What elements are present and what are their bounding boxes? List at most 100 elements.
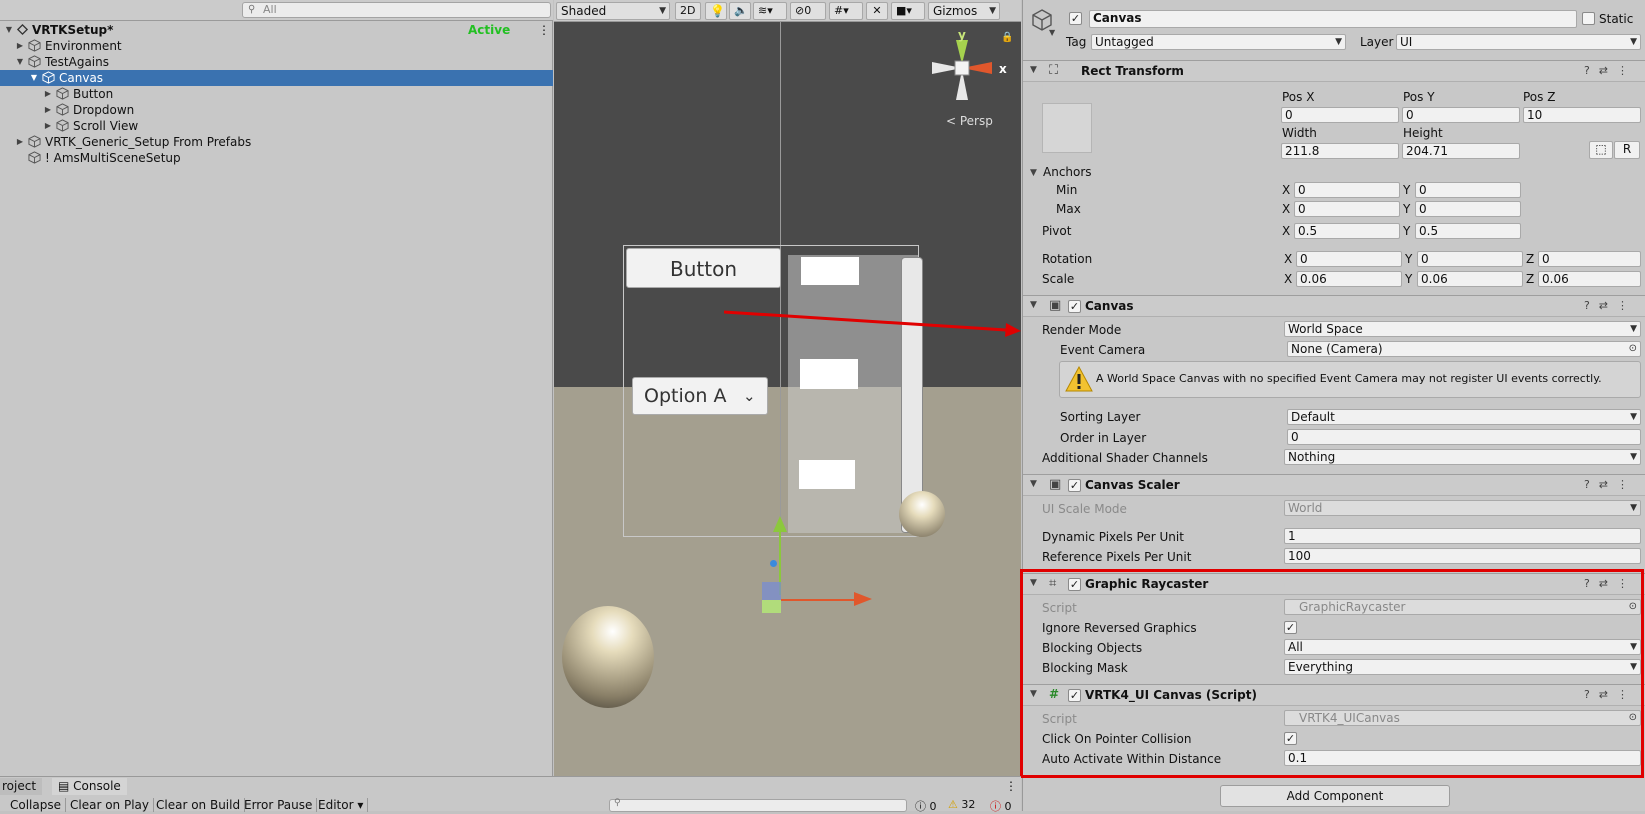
scene-scroll-view[interactable] (788, 255, 918, 533)
dropdown-arrow-icon[interactable]: ▼ (1049, 28, 1055, 37)
scene-view[interactable]: Button Option A ⌄ y x 🔒 < Persp (554, 0, 1021, 776)
collapse-arrow-icon[interactable]: ▼ (1030, 65, 1037, 75)
editor-dropdown[interactable]: Editor ▾ (314, 798, 369, 812)
scale-x-input[interactable]: 0.06 (1296, 271, 1402, 287)
order-in-layer-input[interactable]: 0 (1287, 429, 1641, 445)
pivot-y-input[interactable]: 0.5 (1415, 223, 1521, 239)
add-component-button[interactable]: Add Component (1220, 785, 1450, 807)
hierarchy-search-input[interactable]: ⚲ All (242, 2, 551, 18)
kebab-menu-icon[interactable]: ⋮ (1005, 779, 1017, 793)
expand-down-icon[interactable]: ▼ (15, 54, 25, 70)
component-enabled-checkbox[interactable]: ✓ (1068, 300, 1081, 313)
rotation-y-input[interactable]: 0 (1417, 251, 1523, 267)
canvas-scaler-header[interactable]: ▼ ▣ ✓ Canvas Scaler ?⇄⋮ (1023, 474, 1645, 496)
scene-visibility-icon[interactable]: ⊘0 (790, 2, 826, 20)
collapse-arrow-icon[interactable]: ▼ (1030, 479, 1037, 489)
hierarchy-scene-row[interactable]: ▼ VRTKSetup* Active ⋮ (0, 22, 553, 38)
expand-right-icon[interactable]: ▶ (15, 134, 25, 150)
hierarchy-item-scroll-view[interactable]: ▶ Scroll View (0, 118, 553, 134)
gizmos-dropdown[interactable]: Gizmos ▼ (928, 2, 1000, 20)
move-gizmo-x-axis[interactable] (781, 599, 861, 601)
lighting-toggle-icon[interactable]: 💡 (705, 2, 727, 20)
move-gizmo-plane-handle[interactable] (762, 582, 781, 600)
move-gizmo-x-arrow[interactable] (854, 592, 872, 606)
audio-toggle-icon[interactable]: 🔈 (729, 2, 751, 20)
hierarchy-item-environment[interactable]: ▶ Environment (0, 38, 553, 54)
layer-dropdown[interactable]: UI ▼ (1396, 34, 1641, 50)
console-search-input[interactable]: ⚲ (609, 798, 907, 812)
kebab-menu-icon[interactable]: ⋮ (538, 22, 550, 38)
move-gizmo-plane-handle[interactable] (762, 600, 781, 613)
shading-mode-dropdown[interactable]: Shaded ▼ (556, 2, 670, 20)
tab-console[interactable]: ▤ Console (52, 778, 127, 795)
reference-pixels-input[interactable]: 100 (1284, 548, 1641, 564)
clear-on-build-button[interactable]: Clear on Build (152, 798, 246, 812)
component-enabled-checkbox[interactable]: ✓ (1068, 479, 1081, 492)
width-input[interactable]: 211.8 (1281, 143, 1399, 159)
anchor-presets-button[interactable] (1042, 103, 1092, 153)
scene-world-dropdown[interactable]: Option A ⌄ (632, 377, 768, 415)
error-pause-button[interactable]: Error Pause (240, 798, 318, 812)
hierarchy-item-button[interactable]: ▶ Button (0, 86, 553, 102)
static-checkbox[interactable] (1582, 12, 1595, 25)
rect-transform-header[interactable]: ▼ ⛶ Rect Transform ?⇄⋮ (1023, 60, 1645, 82)
rotation-z-input[interactable]: 0 (1538, 251, 1641, 267)
hierarchy-item-canvas[interactable]: ▼ Canvas (0, 70, 553, 86)
anchor-min-x-input[interactable]: 0 (1294, 182, 1400, 198)
hierarchy-item-testagains[interactable]: ▼ TestAgains (0, 54, 553, 70)
anchor-min-y-input[interactable]: 0 (1415, 182, 1521, 198)
raw-edit-button[interactable]: R (1614, 141, 1640, 159)
effects-toggle-icon[interactable]: ≋▾ (753, 2, 787, 20)
toggle-2d-button[interactable]: 2D (675, 2, 701, 20)
pos-y-input[interactable]: 0 (1402, 107, 1520, 123)
dynamic-pixels-input[interactable]: 1 (1284, 528, 1641, 544)
persp-label[interactable]: < Persp (946, 114, 993, 128)
height-input[interactable]: 204.71 (1402, 143, 1520, 159)
gameobject-active-checkbox[interactable]: ✓ (1069, 12, 1082, 25)
anchor-max-x-input[interactable]: 0 (1294, 201, 1400, 217)
scale-y-input[interactable]: 0.06 (1417, 271, 1523, 287)
canvas-component-header[interactable]: ▼ ▣ ✓ Canvas ?⇄⋮ (1023, 295, 1645, 317)
tools-icon[interactable]: ✕ (866, 2, 888, 20)
clear-on-play-button[interactable]: Clear on Play (66, 798, 154, 812)
component-header-icons[interactable]: ?⇄⋮ (1584, 299, 1637, 312)
collapse-button[interactable]: Collapse (6, 798, 66, 812)
object-name-input[interactable]: Canvas (1089, 10, 1577, 28)
pivot-x-input[interactable]: 0.5 (1294, 223, 1400, 239)
scene-world-button[interactable]: Button (626, 248, 781, 288)
scale-z-input[interactable]: 0.06 (1538, 271, 1641, 287)
component-header-icons[interactable]: ?⇄⋮ (1584, 64, 1637, 77)
camera-icon[interactable]: ■▾ (891, 2, 925, 20)
render-mode-dropdown[interactable]: World Space ▼ (1284, 321, 1641, 337)
tag-dropdown[interactable]: Untagged ▼ (1091, 34, 1346, 50)
info-count-toggle[interactable]: ⓘ 0 (915, 798, 937, 814)
hierarchy-item-vrtk-generic-setup[interactable]: ▶ VRTK_Generic_Setup From Prefabs (0, 134, 553, 150)
error-count-toggle[interactable]: ⓘ 0 (990, 798, 1012, 814)
tab-project[interactable]: roject (0, 778, 43, 795)
move-gizmo-y-arrow[interactable] (773, 516, 787, 532)
hierarchy-item-dropdown[interactable]: ▶ Dropdown (0, 102, 553, 118)
expand-down-icon[interactable]: ▼ (29, 70, 39, 86)
expand-down-icon[interactable]: ▼ (4, 22, 14, 38)
event-camera-field[interactable]: None (Camera) ⊙ (1287, 341, 1641, 357)
grid-toggle-icon[interactable]: #▾ (829, 2, 863, 20)
expand-right-icon[interactable]: ▶ (43, 118, 53, 134)
pos-x-input[interactable]: 0 (1281, 107, 1399, 123)
object-picker-icon[interactable]: ⊙ (1629, 342, 1637, 356)
component-header-icons[interactable]: ?⇄⋮ (1584, 478, 1637, 491)
collapse-arrow-icon[interactable]: ▼ (1030, 300, 1037, 310)
blueprint-mode-icon[interactable]: ⬚ (1589, 141, 1613, 159)
move-gizmo-z-handle[interactable] (770, 560, 777, 567)
pos-z-input[interactable]: 10 (1523, 107, 1641, 123)
warning-count-toggle[interactable]: ⚠ 32 (948, 798, 975, 811)
anchor-max-y-input[interactable]: 0 (1415, 201, 1521, 217)
hierarchy-item-ams-multi-scene[interactable]: ! AmsMultiSceneSetup (0, 150, 553, 166)
expand-right-icon[interactable]: ▶ (15, 38, 25, 54)
shader-channels-dropdown[interactable]: Nothing ▼ (1284, 449, 1641, 465)
expand-down-icon[interactable]: ▼ (1030, 168, 1037, 178)
rotation-x-input[interactable]: 0 (1296, 251, 1402, 267)
expand-right-icon[interactable]: ▶ (43, 102, 53, 118)
expand-right-icon[interactable]: ▶ (43, 86, 53, 102)
lock-icon[interactable]: 🔒 (1001, 32, 1013, 43)
sorting-layer-dropdown[interactable]: Default ▼ (1287, 409, 1641, 425)
